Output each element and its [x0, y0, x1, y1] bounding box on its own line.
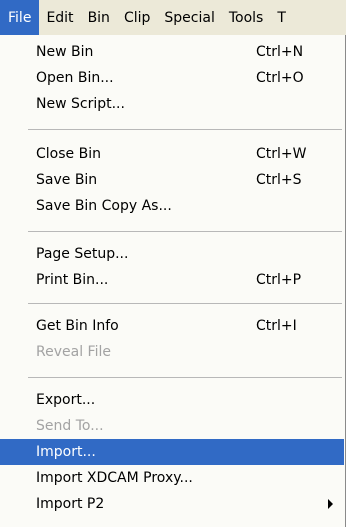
menu-tools[interactable]: Tools — [222, 0, 271, 35]
menu-item-label: Import P2 — [36, 496, 105, 512]
menu-bin[interactable]: Bin — [81, 0, 117, 35]
menu-separator — [28, 231, 342, 232]
menu-item-send-to: Send To... — [0, 413, 344, 439]
menu-item-label: Import... — [36, 444, 96, 460]
menu-item-label: New Script... — [36, 96, 125, 112]
menu-item-page-setup[interactable]: Page Setup... — [0, 241, 344, 267]
menu-item-label: Get Bin Info — [36, 318, 119, 334]
menu-item-label: Export... — [36, 392, 96, 408]
menu-item-save-bin[interactable]: Save Bin Ctrl+S — [0, 167, 344, 193]
menu-item-shortcut: Ctrl+S — [256, 172, 302, 188]
menu-item-label: New Bin — [36, 44, 94, 60]
menu-item-close-bin[interactable]: Close Bin Ctrl+W — [0, 141, 344, 167]
menu-item-label: Open Bin... — [36, 70, 114, 86]
menu-item-new-script[interactable]: New Script... — [0, 91, 344, 117]
menu-item-label: Reveal File — [36, 344, 111, 360]
menu-separator — [28, 129, 342, 130]
file-menu-dropdown: New Bin Ctrl+N Open Bin... Ctrl+O New Sc… — [0, 35, 346, 527]
menu-item-label: Close Bin — [36, 146, 101, 162]
menu-item-import-p2[interactable]: Import P2 — [0, 491, 344, 517]
menu-item-label: Import XDCAM Proxy... — [36, 470, 193, 486]
menu-item-shortcut: Ctrl+N — [256, 44, 304, 60]
menu-item-label: Print Bin... — [36, 272, 109, 288]
menu-item-label: Page Setup... — [36, 246, 129, 262]
menu-item-shortcut: Ctrl+O — [256, 70, 304, 86]
menu-special[interactable]: Special — [157, 0, 221, 35]
menu-item-reveal-file: Reveal File — [0, 339, 344, 365]
menu-edit[interactable]: Edit — [39, 0, 80, 35]
menu-item-get-bin-info[interactable]: Get Bin Info Ctrl+I — [0, 313, 344, 339]
menu-item-import-xdcam-proxy[interactable]: Import XDCAM Proxy... — [0, 465, 344, 491]
menu-clip[interactable]: Clip — [117, 0, 157, 35]
menu-item-import[interactable]: Import... — [0, 439, 344, 465]
menu-truncated[interactable]: T — [270, 0, 293, 35]
menu-item-new-bin[interactable]: New Bin Ctrl+N — [0, 39, 344, 65]
menu-item-shortcut: Ctrl+P — [256, 272, 302, 288]
menu-item-print-bin[interactable]: Print Bin... Ctrl+P — [0, 267, 344, 293]
menu-item-export[interactable]: Export... — [0, 387, 344, 413]
menu-separator — [28, 377, 342, 378]
menu-item-save-bin-copy-as[interactable]: Save Bin Copy As... — [0, 193, 344, 219]
menu-item-label: Save Bin Copy As... — [36, 198, 172, 214]
menu-item-open-bin[interactable]: Open Bin... Ctrl+O — [0, 65, 344, 91]
menu-item-shortcut: Ctrl+I — [256, 318, 297, 334]
menu-bar: File Edit Bin Clip Special Tools T — [0, 0, 346, 35]
menu-separator — [28, 303, 342, 304]
menu-item-label: Save Bin — [36, 172, 98, 188]
menu-item-label: Send To... — [36, 418, 104, 434]
menu-file[interactable]: File — [0, 0, 40, 35]
submenu-arrow-icon — [328, 499, 333, 509]
menu-item-shortcut: Ctrl+W — [256, 146, 307, 162]
